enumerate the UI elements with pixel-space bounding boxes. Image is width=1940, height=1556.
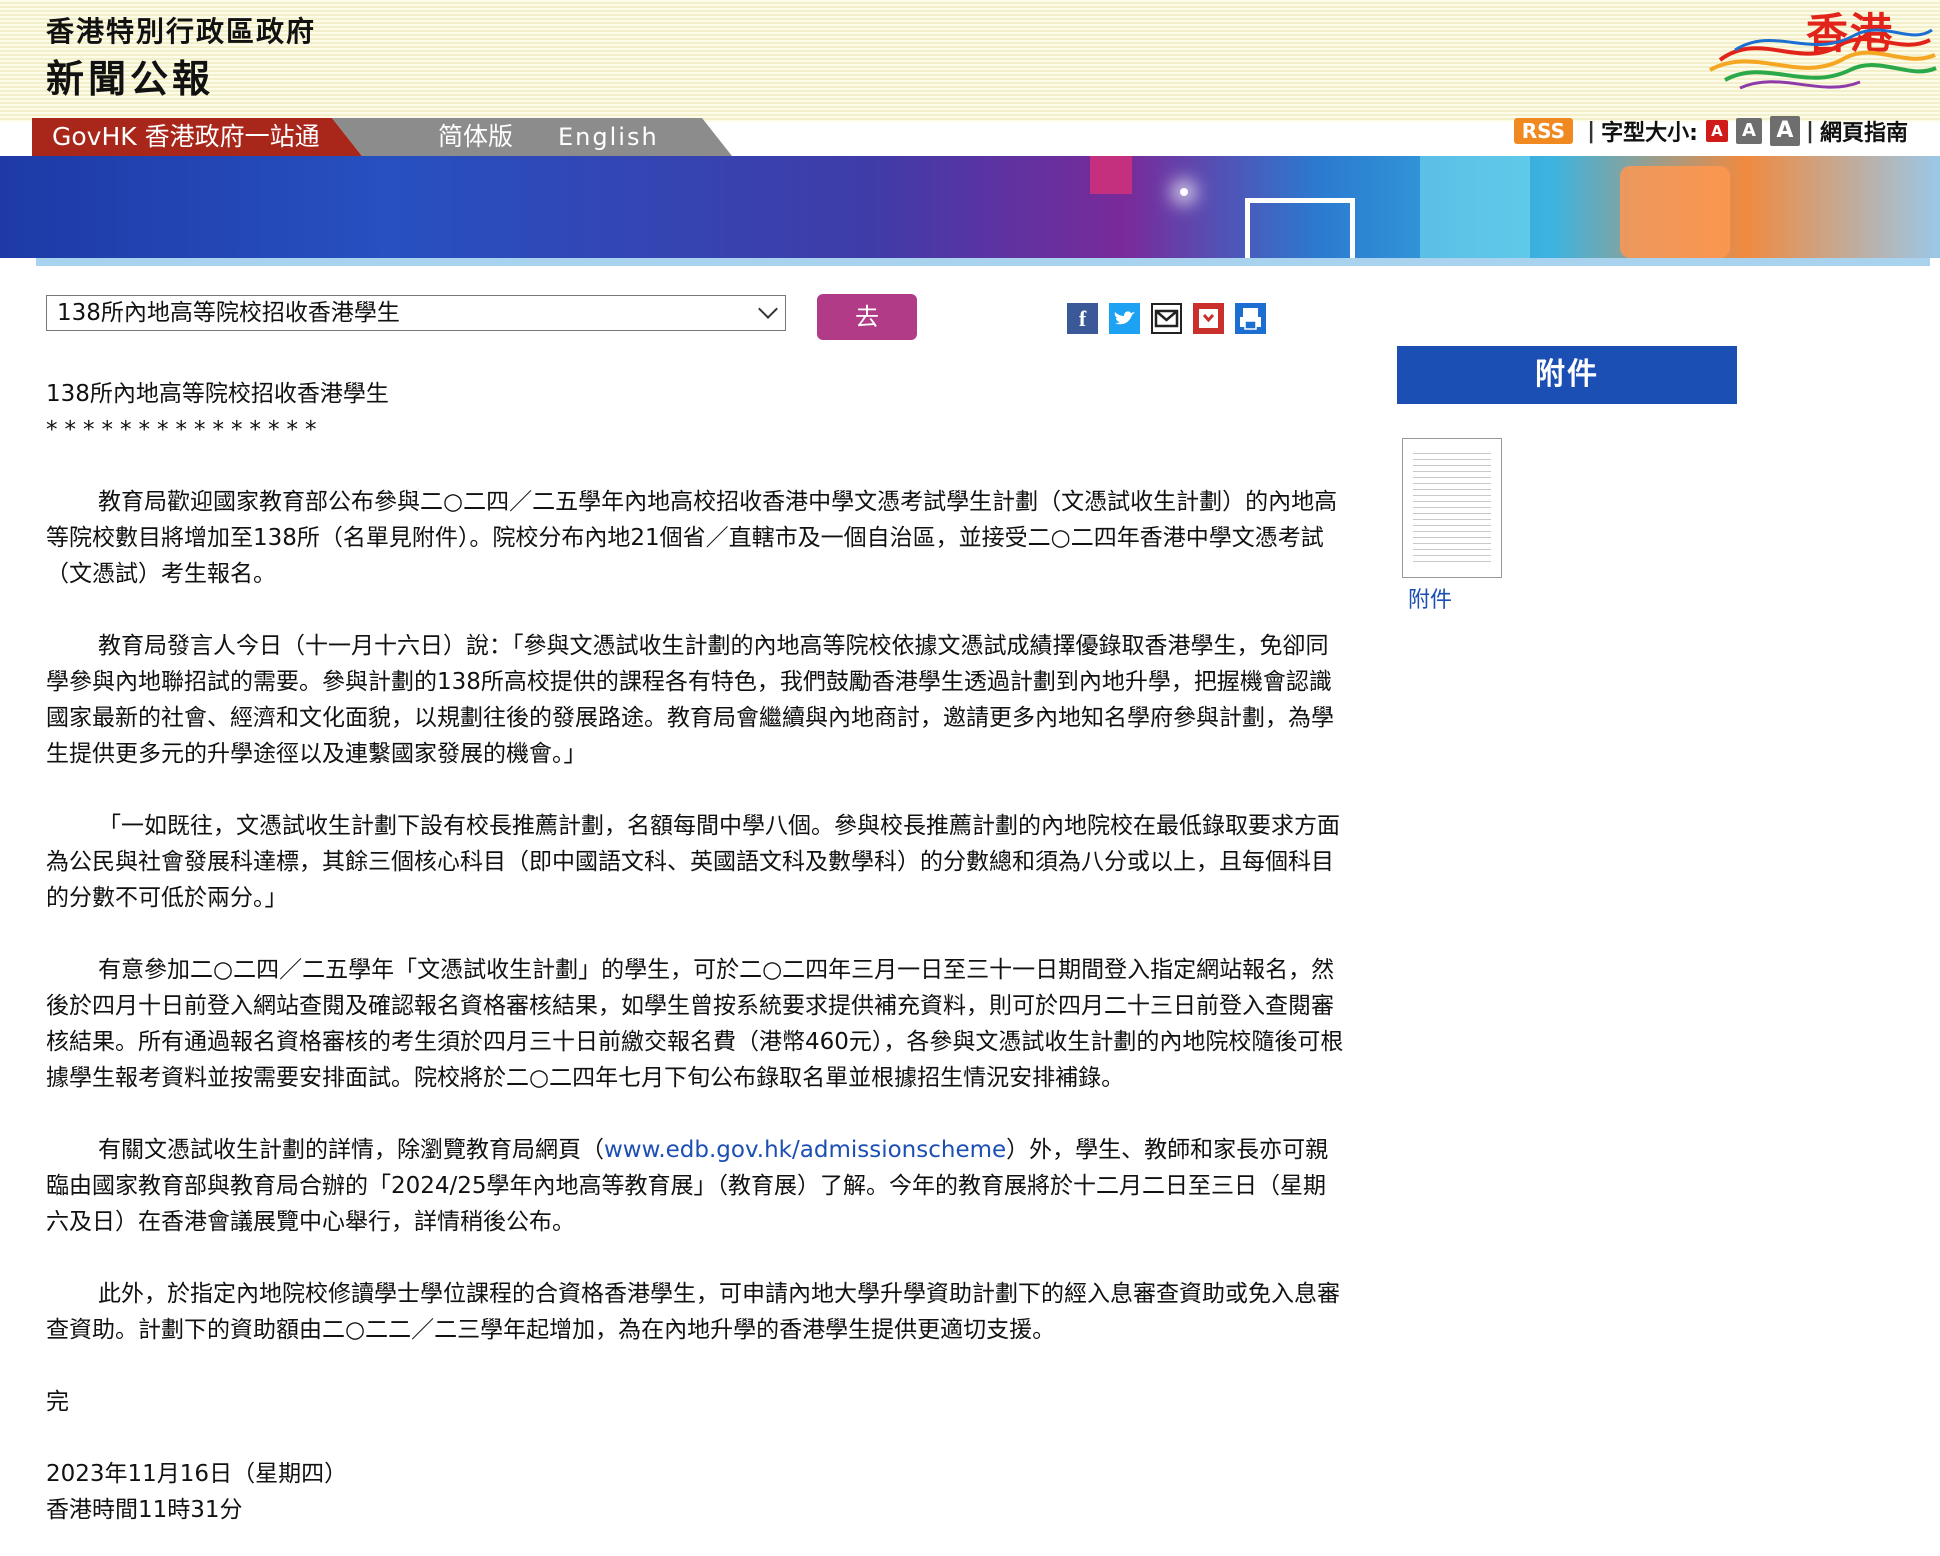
paragraph-1: 教育局歡迎國家教育部公布參與二○二四／二五學年內地高校招收香港中學文憑考試學生計… (46, 489, 1338, 587)
government-name: 香港特別行政區政府 (46, 15, 317, 48)
divider: | (1805, 118, 1814, 144)
envelope-icon (1154, 309, 1179, 328)
font-size-medium-button[interactable]: A (1735, 118, 1762, 144)
article-title: 138所內地高等院校招收香港學生 (46, 381, 389, 407)
attachment-thumbnail[interactable] (1402, 438, 1502, 578)
font-size-label: 字型大小: (1601, 121, 1698, 146)
save-share-icon[interactable] (1193, 303, 1224, 334)
page-header: 香港特別行政區政府 新聞公報 香港 (0, 0, 1940, 122)
paragraph-3: 「一如既往，文憑試收生計劃下設有校長推薦計劃，名額每間中學八個。參與校長推薦計劃… (46, 813, 1340, 911)
dragon-logo-icon (1709, 28, 1937, 90)
banner-divider (36, 258, 1930, 266)
rss-feed-button[interactable]: RSS (1513, 118, 1574, 144)
title-underline-stars: *************** (46, 417, 324, 443)
paragraph-6: 此外，於指定內地院校修讀學士學位課程的合資格香港學生，可申請內地大學升學資助計劃… (46, 1281, 1340, 1343)
press-release-title: 新聞公報 (46, 57, 215, 101)
simplified-chinese-link[interactable]: 简体版 (438, 118, 513, 156)
brand-hong-kong-logo[interactable]: 香港 (1620, 0, 1940, 96)
email-share-icon[interactable] (1151, 303, 1182, 334)
printer-icon (1240, 308, 1261, 330)
language-switcher: 简体版 English (332, 118, 732, 156)
facebook-share-icon[interactable]: f (1067, 303, 1098, 334)
site-guide-link[interactable]: 網頁指南 (1820, 115, 1908, 147)
attachment-link[interactable]: 附件 (1408, 582, 1452, 614)
share-toolbar: f (1067, 303, 1266, 334)
document-preview-icon (1413, 449, 1491, 567)
sparkle-icon (1180, 188, 1188, 196)
bird-icon (1114, 311, 1135, 325)
paragraph-5-text-before: 有關文憑試收生計劃的詳情，除瀏覽教育局網頁（ (98, 1137, 604, 1163)
page-tools: RSS | 字型大小: A A A | 網頁指南 (1513, 114, 1908, 148)
decorative-banner (0, 156, 1940, 258)
press-release-body: 138所內地高等院校招收香港學生 *************** 教育局歡迎國家… (46, 376, 1346, 1528)
go-button[interactable]: 去 (817, 294, 917, 340)
font-size-small-button[interactable]: A (1705, 120, 1728, 142)
print-icon[interactable] (1235, 303, 1266, 334)
paragraph-5: 有關文憑試收生計劃的詳情，除瀏覽教育局網頁（www.edb.gov.hk/adm… (46, 1132, 1346, 1240)
release-time: 香港時間11時31分 (46, 1497, 243, 1523)
font-size-large-button[interactable]: A (1769, 116, 1800, 146)
twitter-share-icon[interactable] (1109, 303, 1140, 334)
banner-block (1420, 156, 1530, 258)
end-marker: 完 (46, 1389, 69, 1415)
english-link[interactable]: English (558, 118, 659, 156)
chevron-down-icon (758, 299, 778, 319)
divider: | (1587, 118, 1596, 144)
edb-admission-scheme-link[interactable]: www.edb.gov.hk/admissionscheme (604, 1137, 1006, 1163)
govhk-link[interactable]: GovHK 香港政府一站通 (32, 118, 362, 156)
select-value: 138所內地高等院校招收香港學生 (57, 300, 400, 326)
banner-block (1620, 166, 1730, 258)
facebook-glyph: f (1078, 306, 1087, 331)
press-release-select[interactable]: 138所內地高等院校招收香港學生 (46, 295, 786, 331)
release-date: 2023年11月16日（星期四） (46, 1461, 348, 1487)
paragraph-4: 有意參加二○二四／二五學年「文憑試收生計劃」的學生，可於二○二四年三月一日至三十… (46, 957, 1344, 1091)
paragraph-2: 教育局發言人今日（十一月十六日）說：「參與文憑試收生計劃的內地高等院校依據文憑試… (46, 633, 1334, 767)
download-icon (1199, 309, 1218, 328)
banner-frame (1245, 198, 1355, 258)
banner-square (1090, 156, 1132, 194)
attachment-heading: 附件 (1397, 346, 1737, 404)
